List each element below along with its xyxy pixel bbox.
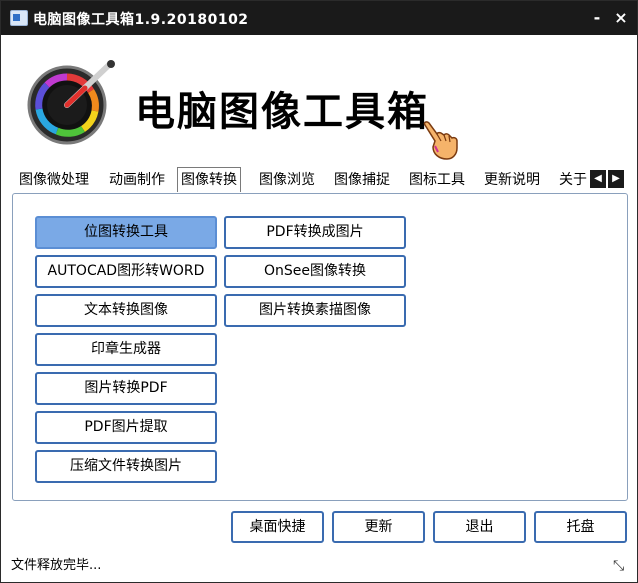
tab-animation[interactable]: 动画制作 <box>109 169 165 191</box>
bitmap-convert-button[interactable]: 位图转换工具 <box>35 216 217 249</box>
status-text: 文件释放完毕... <box>11 558 102 573</box>
close-button[interactable]: × <box>610 7 632 29</box>
archive-to-image-button[interactable]: 压缩文件转换图片 <box>35 450 217 483</box>
color-picker-dial-icon <box>27 59 115 151</box>
image-to-sketch-button[interactable]: 图片转换素描图像 <box>224 294 406 327</box>
autocad-to-word-button[interactable]: AUTOCAD图形转WORD <box>35 255 217 288</box>
tab-about[interactable]: 关于 <box>559 169 587 191</box>
tab-icon-tools[interactable]: 图标工具 <box>409 169 465 191</box>
pdf-to-image-button[interactable]: PDF转换成图片 <box>224 216 406 249</box>
pointing-hand-icon <box>419 121 459 167</box>
tab-content-panel: 位图转换工具 AUTOCAD图形转WORD 文本转换图像 印章生成器 图片转换P… <box>12 193 628 501</box>
tab-scroll-right-button[interactable]: ▶ <box>608 170 624 188</box>
tab-image-processing[interactable]: 图像微处理 <box>19 169 89 191</box>
seal-generator-button[interactable]: 印章生成器 <box>35 333 217 366</box>
image-to-pdf-button[interactable]: 图片转换PDF <box>35 372 217 405</box>
desktop-shortcut-button[interactable]: 桌面快捷 <box>231 511 324 543</box>
tab-image-capture[interactable]: 图像捕捉 <box>334 169 390 191</box>
minimize-button[interactable]: - <box>586 7 608 29</box>
main-window: 电脑图像工具箱1.9.20180102 - × 电脑图像工具箱 图像微处理 动画… <box>0 0 638 583</box>
tray-button[interactable]: 托盘 <box>534 511 627 543</box>
tab-update-notes[interactable]: 更新说明 <box>484 169 540 191</box>
pdf-image-extract-button[interactable]: PDF图片提取 <box>35 411 217 444</box>
onsee-convert-button[interactable]: OnSee图像转换 <box>224 255 406 288</box>
status-bar: 文件释放完毕... ⤡ <box>1 546 637 582</box>
title-bar[interactable]: 电脑图像工具箱1.9.20180102 - × <box>1 1 637 35</box>
tab-bar: 图像微处理 动画制作 图像转换 图像浏览 图像捕捉 图标工具 更新说明 关于 ◀… <box>13 167 633 192</box>
app-icon <box>10 10 28 26</box>
tab-scroll-left-button[interactable]: ◀ <box>590 170 606 188</box>
tab-image-browse[interactable]: 图像浏览 <box>259 169 315 191</box>
exit-button[interactable]: 退出 <box>433 511 526 543</box>
tab-image-conversion[interactable]: 图像转换 <box>177 167 241 192</box>
text-to-image-button[interactable]: 文本转换图像 <box>35 294 217 327</box>
window-title: 电脑图像工具箱1.9.20180102 <box>33 12 249 28</box>
resize-grip-icon[interactable]: ⤡ <box>613 558 624 574</box>
app-banner-title: 电脑图像工具箱 <box>135 89 429 135</box>
update-button[interactable]: 更新 <box>332 511 425 543</box>
